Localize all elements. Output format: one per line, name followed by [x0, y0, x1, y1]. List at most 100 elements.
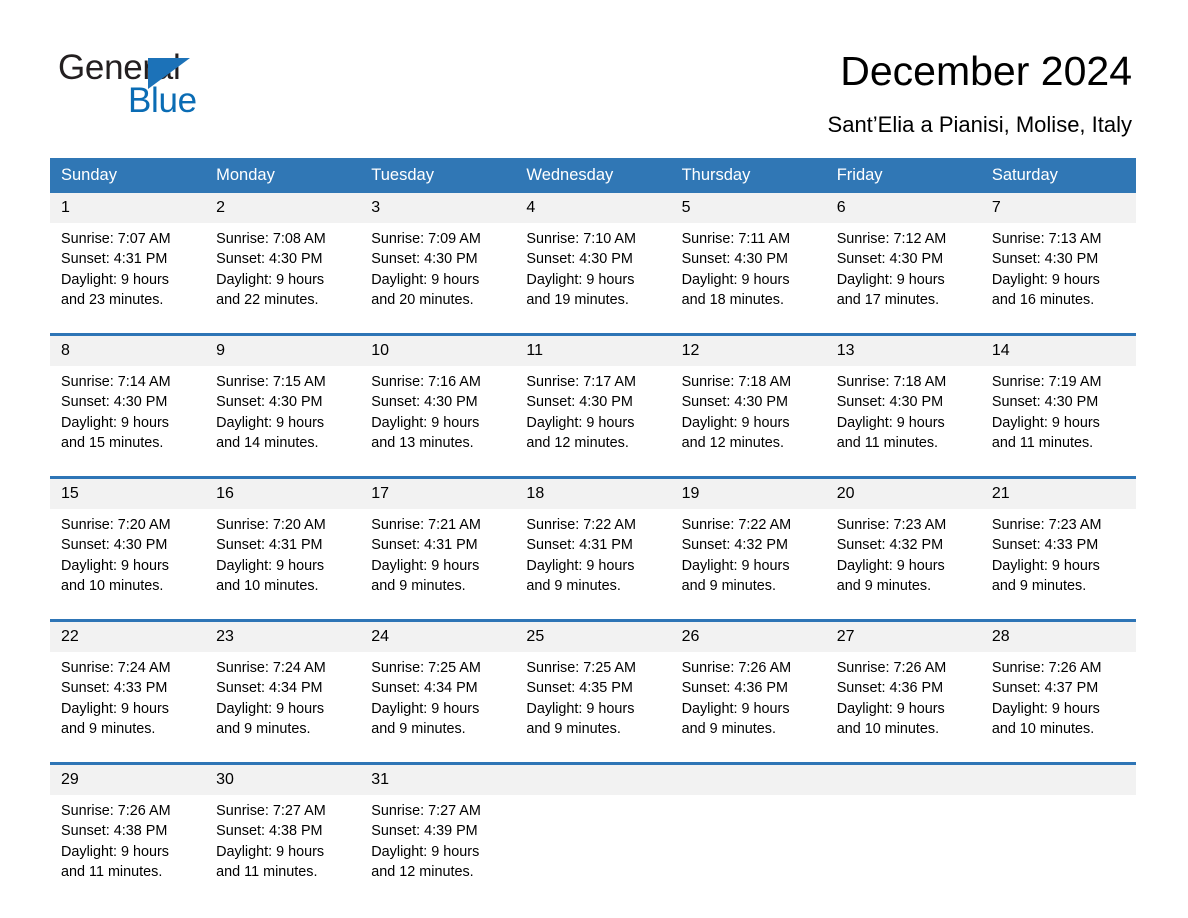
sunrise-text: Sunrise: 7:20 AM: [61, 517, 171, 533]
sunrise-text: Sunrise: 7:25 AM: [371, 660, 481, 676]
day-number[interactable]: 18: [515, 476, 671, 509]
day-number[interactable]: 7: [980, 193, 1136, 223]
day-cell[interactable]: Sunrise: 7:18 AM Sunset: 4:30 PM Dayligh…: [670, 366, 826, 478]
calendar-header-row: Sunday Monday Tuesday Wednesday Thursday…: [50, 158, 1136, 193]
weekday-header-monday: Monday: [205, 158, 361, 193]
day-number[interactable]: 29: [50, 762, 206, 795]
sunset-text: Sunset: 4:30 PM: [526, 394, 633, 411]
day-cell[interactable]: Sunrise: 7:23 AM Sunset: 4:32 PM Dayligh…: [825, 509, 981, 621]
day-number[interactable]: 24: [360, 619, 516, 652]
day-cell[interactable]: Sunrise: 7:19 AM Sunset: 4:30 PM Dayligh…: [980, 366, 1136, 478]
day-cell[interactable]: Sunrise: 7:22 AM Sunset: 4:32 PM Dayligh…: [670, 509, 826, 621]
daylight-text-line1: Daylight: 9 hours: [836, 700, 945, 717]
day-number[interactable]: 13: [825, 333, 981, 366]
day-number[interactable]: 22: [50, 619, 206, 652]
daylight-text-line1: Daylight: 9 hours: [526, 557, 635, 574]
day-cell-empty: [515, 795, 671, 905]
day-number-empty: [980, 762, 1136, 795]
sunrise-text: Sunrise: 7:13 AM: [991, 231, 1102, 247]
day-cell[interactable]: Sunrise: 7:18 AM Sunset: 4:30 PM Dayligh…: [825, 366, 981, 478]
daylight-text-line2: and 10 minutes.: [991, 720, 1095, 737]
day-cell[interactable]: Sunrise: 7:26 AM Sunset: 4:37 PM Dayligh…: [980, 652, 1136, 764]
day-cell[interactable]: Sunrise: 7:09 AM Sunset: 4:30 PM Dayligh…: [360, 223, 516, 335]
day-cell[interactable]: Sunrise: 7:16 AM Sunset: 4:30 PM Dayligh…: [360, 366, 516, 478]
day-number[interactable]: 6: [825, 193, 981, 223]
day-number[interactable]: 26: [670, 619, 826, 652]
day-cell[interactable]: Sunrise: 7:21 AM Sunset: 4:31 PM Dayligh…: [360, 509, 516, 621]
sunrise-text: Sunrise: 7:23 AM: [991, 517, 1102, 533]
day-cell[interactable]: Sunrise: 7:17 AM Sunset: 4:30 PM Dayligh…: [515, 366, 671, 478]
day-number[interactable]: 12: [670, 333, 826, 366]
day-cell[interactable]: Sunrise: 7:26 AM Sunset: 4:38 PM Dayligh…: [50, 795, 206, 905]
day-number-empty: [825, 762, 981, 795]
day-cell[interactable]: Sunrise: 7:20 AM Sunset: 4:30 PM Dayligh…: [50, 509, 206, 621]
day-cell[interactable]: Sunrise: 7:11 AM Sunset: 4:30 PM Dayligh…: [670, 223, 826, 335]
day-cell[interactable]: Sunrise: 7:25 AM Sunset: 4:34 PM Dayligh…: [360, 652, 516, 764]
page-header: General Blue December 2024 Sant’Elia a P…: [0, 0, 1188, 156]
day-cell[interactable]: Sunrise: 7:26 AM Sunset: 4:36 PM Dayligh…: [670, 652, 826, 764]
day-number[interactable]: 3: [360, 193, 516, 223]
day-number[interactable]: 15: [50, 476, 206, 509]
day-cell[interactable]: Sunrise: 7:22 AM Sunset: 4:31 PM Dayligh…: [515, 509, 671, 621]
day-number[interactable]: 30: [205, 762, 361, 795]
sunrise-text: Sunrise: 7:11 AM: [681, 231, 791, 247]
day-number[interactable]: 16: [205, 476, 361, 509]
day-number[interactable]: 27: [825, 619, 981, 652]
day-cell[interactable]: Sunrise: 7:14 AM Sunset: 4:30 PM Dayligh…: [50, 366, 206, 478]
sunrise-text: Sunrise: 7:26 AM: [836, 660, 947, 676]
day-cell[interactable]: Sunrise: 7:12 AM Sunset: 4:30 PM Dayligh…: [825, 223, 981, 335]
day-number[interactable]: 9: [205, 333, 361, 366]
day-number[interactable]: 1: [50, 193, 206, 223]
sunrise-text: Sunrise: 7:25 AM: [526, 660, 637, 676]
day-number[interactable]: 20: [825, 476, 981, 509]
day-number[interactable]: 21: [980, 476, 1136, 509]
day-number[interactable]: 25: [515, 619, 671, 652]
day-cell[interactable]: Sunrise: 7:24 AM Sunset: 4:34 PM Dayligh…: [205, 652, 361, 764]
day-cell[interactable]: Sunrise: 7:27 AM Sunset: 4:38 PM Dayligh…: [205, 795, 361, 905]
day-number[interactable]: 17: [360, 476, 516, 509]
day-cell[interactable]: Sunrise: 7:27 AM Sunset: 4:39 PM Dayligh…: [360, 795, 516, 905]
day-number-empty: [515, 762, 671, 795]
day-number[interactable]: 10: [360, 333, 516, 366]
day-number[interactable]: 5: [670, 193, 826, 223]
calendar-body: 1 2 3 4 5 6 7 Sunrise: 7:07 AM Sunset: 4…: [50, 193, 1136, 905]
daylight-text-line2: and 9 minutes.: [836, 577, 932, 594]
day-number[interactable]: 4: [515, 193, 671, 223]
sunset-text: Sunset: 4:38 PM: [61, 823, 168, 840]
weekday-header-wednesday: Wednesday: [515, 158, 671, 193]
daylight-text-line1: Daylight: 9 hours: [371, 557, 480, 574]
week-info-row: Sunrise: 7:20 AM Sunset: 4:30 PM Dayligh…: [50, 509, 1136, 621]
day-cell[interactable]: Sunrise: 7:25 AM Sunset: 4:35 PM Dayligh…: [515, 652, 671, 764]
day-number[interactable]: 8: [50, 333, 206, 366]
day-number[interactable]: 2: [205, 193, 361, 223]
day-number[interactable]: 23: [205, 619, 361, 652]
day-number[interactable]: 28: [980, 619, 1136, 652]
day-cell[interactable]: Sunrise: 7:23 AM Sunset: 4:33 PM Dayligh…: [980, 509, 1136, 621]
daylight-text-line1: Daylight: 9 hours: [836, 414, 945, 431]
day-number[interactable]: 31: [360, 762, 516, 795]
daylight-text-line1: Daylight: 9 hours: [61, 843, 169, 860]
day-cell[interactable]: Sunrise: 7:24 AM Sunset: 4:33 PM Dayligh…: [50, 652, 206, 764]
daylight-text-line2: and 11 minutes.: [61, 863, 163, 880]
day-number[interactable]: 14: [980, 333, 1136, 366]
day-cell[interactable]: Sunrise: 7:10 AM Sunset: 4:30 PM Dayligh…: [515, 223, 671, 335]
logo-text-blue: Blue: [128, 81, 197, 120]
daylight-text-line2: and 15 minutes.: [61, 434, 164, 451]
day-number[interactable]: 19: [670, 476, 826, 509]
daylight-text-line2: and 9 minutes.: [371, 577, 466, 594]
daylight-text-line2: and 14 minutes.: [216, 434, 319, 451]
day-cell[interactable]: Sunrise: 7:26 AM Sunset: 4:36 PM Dayligh…: [825, 652, 981, 764]
day-cell[interactable]: Sunrise: 7:15 AM Sunset: 4:30 PM Dayligh…: [205, 366, 361, 478]
sunset-text: Sunset: 4:39 PM: [371, 823, 478, 840]
daylight-text-line1: Daylight: 9 hours: [61, 271, 169, 288]
sunset-text: Sunset: 4:30 PM: [61, 537, 168, 554]
day-cell[interactable]: Sunrise: 7:08 AM Sunset: 4:30 PM Dayligh…: [205, 223, 361, 335]
day-cell[interactable]: Sunrise: 7:13 AM Sunset: 4:30 PM Dayligh…: [980, 223, 1136, 335]
title-block: December 2024 Sant’Elia a Pianisi, Molis…: [432, 46, 1132, 140]
day-cell[interactable]: Sunrise: 7:07 AM Sunset: 4:31 PM Dayligh…: [50, 223, 206, 335]
sunset-text: Sunset: 4:34 PM: [216, 680, 323, 697]
daylight-text-line1: Daylight: 9 hours: [216, 271, 325, 288]
page-subtitle-location: Sant’Elia a Pianisi, Molise, Italy: [827, 112, 1132, 137]
day-cell[interactable]: Sunrise: 7:20 AM Sunset: 4:31 PM Dayligh…: [205, 509, 361, 621]
day-number[interactable]: 11: [515, 333, 671, 366]
